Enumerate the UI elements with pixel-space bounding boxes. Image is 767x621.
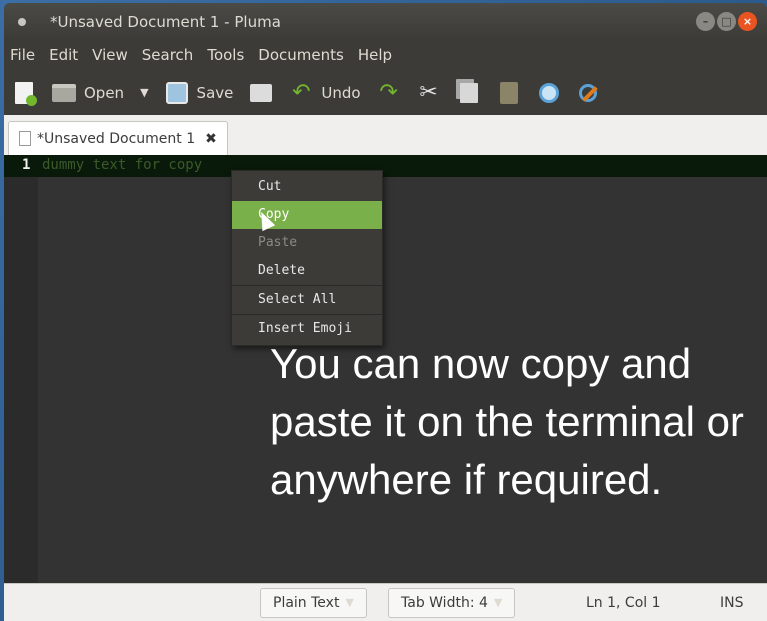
new-document-icon bbox=[15, 81, 37, 106]
cursor-position: Ln 1, Col 1 bbox=[586, 594, 661, 611]
save-icon bbox=[165, 81, 188, 104]
close-icon[interactable]: × bbox=[738, 12, 757, 31]
save-label: Save bbox=[196, 83, 234, 102]
tutorial-caption: You can now copy and paste it on the ter… bbox=[270, 340, 744, 503]
context-menu-select-all[interactable]: Select All bbox=[232, 286, 382, 314]
replace-button[interactable] bbox=[577, 82, 599, 104]
menu-edit[interactable]: Edit bbox=[49, 46, 78, 64]
context-menu: Cut Copy Paste Delete Select All Insert … bbox=[231, 170, 383, 346]
tab-label: *Unsaved Document 1 bbox=[37, 130, 196, 147]
minimize-icon[interactable]: – bbox=[696, 12, 715, 31]
menu-view[interactable]: View bbox=[92, 46, 128, 64]
scissors-icon: ✂ bbox=[419, 80, 438, 105]
context-menu-paste: Paste bbox=[258, 235, 298, 250]
undo-arrow-icon: ↶ bbox=[292, 80, 311, 105]
chevron-down-icon: ▼ bbox=[345, 596, 354, 609]
chevron-down-icon: ▼ bbox=[493, 596, 503, 609]
undo-label: Undo bbox=[321, 83, 361, 102]
redo-button[interactable]: ↷ bbox=[377, 80, 401, 105]
document-tabs: *Unsaved Document 1 ✖ bbox=[4, 115, 767, 155]
selected-text[interactable]: dummy text for copy bbox=[42, 157, 202, 173]
window-controls: – □ × bbox=[696, 12, 757, 31]
language-selector[interactable]: Plain Text ▼ bbox=[260, 587, 367, 618]
new-button[interactable] bbox=[12, 81, 37, 106]
pluma-window: *Unsaved Document 1 - Pluma – □ × File E… bbox=[4, 3, 767, 621]
tab-width-label: Tab Width: 4 bbox=[401, 594, 488, 611]
tab-close-icon[interactable]: ✖ bbox=[205, 131, 217, 147]
open-button[interactable]: Open bbox=[52, 81, 124, 105]
undo-button[interactable]: ↶ Undo bbox=[289, 80, 361, 105]
find-button[interactable] bbox=[537, 81, 561, 105]
context-menu-cut[interactable]: Cut bbox=[232, 173, 382, 201]
menu-documents[interactable]: Documents bbox=[258, 46, 344, 64]
context-menu-delete[interactable]: Delete bbox=[232, 257, 382, 285]
tab-width-selector[interactable]: Tab Width: 4 ▼ bbox=[388, 587, 516, 618]
status-bar: Plain Text ▼ Tab Width: 4 ▼ Ln 1, Col 1 … bbox=[4, 583, 767, 621]
toolbar: Open ▼ Save ↶ Undo ↷ ✂ bbox=[4, 70, 767, 115]
maximize-icon[interactable]: □ bbox=[717, 12, 736, 31]
find-replace-icon bbox=[577, 82, 599, 104]
line-number: 1 bbox=[22, 157, 31, 173]
open-recent-dropdown[interactable]: ▼ bbox=[140, 86, 148, 99]
cut-button[interactable]: ✂ bbox=[417, 80, 441, 105]
folder-icon bbox=[52, 83, 76, 102]
save-button[interactable]: Save bbox=[165, 81, 234, 105]
window-title: *Unsaved Document 1 - Pluma bbox=[50, 12, 281, 31]
menu-tools[interactable]: Tools bbox=[207, 46, 244, 64]
copy-button[interactable] bbox=[457, 81, 481, 105]
open-label: Open bbox=[84, 83, 125, 102]
menu-bar: File Edit View Search Tools Documents He… bbox=[4, 40, 767, 70]
magnifier-icon bbox=[538, 82, 559, 103]
tab-unsaved-document-1[interactable]: *Unsaved Document 1 ✖ bbox=[8, 121, 228, 155]
document-icon bbox=[19, 131, 31, 146]
print-button[interactable] bbox=[249, 81, 273, 105]
copy-icon bbox=[459, 82, 478, 103]
menu-help[interactable]: Help bbox=[358, 46, 392, 64]
paste-button[interactable] bbox=[497, 81, 521, 105]
title-bar[interactable]: *Unsaved Document 1 - Pluma – □ × bbox=[4, 3, 767, 40]
menu-search[interactable]: Search bbox=[142, 46, 194, 64]
chevron-down-icon: ▼ bbox=[140, 86, 149, 99]
window-menu-icon[interactable] bbox=[18, 17, 26, 26]
printer-icon bbox=[250, 83, 273, 102]
clipboard-icon bbox=[499, 81, 518, 104]
insert-mode: INS bbox=[720, 594, 744, 611]
language-label: Plain Text bbox=[273, 594, 340, 611]
redo-arrow-icon: ↷ bbox=[379, 80, 398, 105]
line-number-gutter bbox=[4, 155, 38, 583]
menu-file[interactable]: File bbox=[10, 46, 35, 64]
